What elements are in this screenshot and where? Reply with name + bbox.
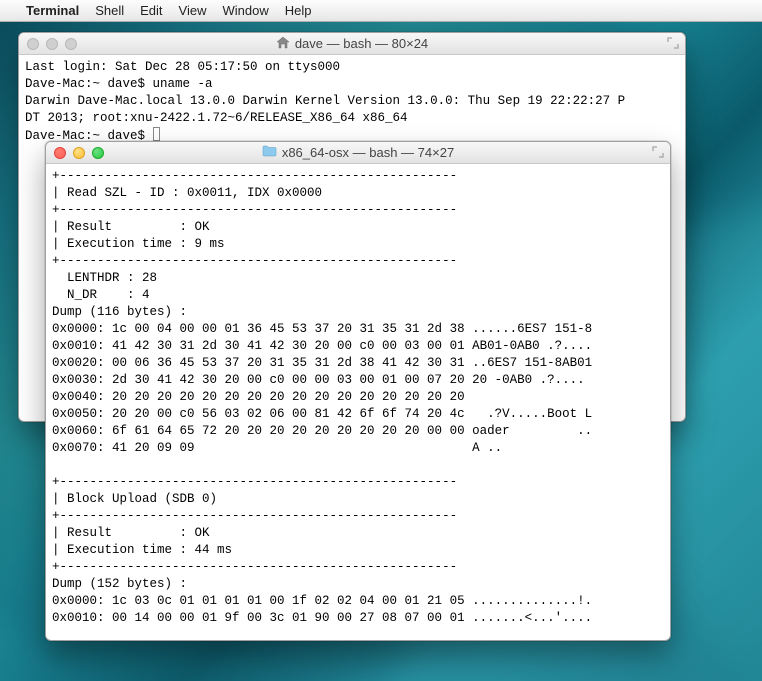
menu-view[interactable]: View — [179, 3, 207, 18]
close-button[interactable] — [27, 38, 39, 50]
zoom-button[interactable] — [92, 147, 104, 159]
menu-edit[interactable]: Edit — [140, 3, 162, 18]
close-button[interactable] — [54, 147, 66, 159]
menu-help[interactable]: Help — [285, 3, 312, 18]
minimize-button[interactable] — [73, 147, 85, 159]
fullscreen-icon[interactable] — [652, 146, 664, 158]
folder-icon — [262, 145, 277, 160]
menu-shell[interactable]: Shell — [95, 3, 124, 18]
titlebar-back[interactable]: dave — bash — 80×24 — [19, 33, 685, 55]
terminal-window-front[interactable]: x86_64-osx — bash — 74×27 +-------------… — [45, 141, 671, 641]
fullscreen-icon[interactable] — [667, 37, 679, 49]
terminal-output-back[interactable]: Last login: Sat Dec 28 05:17:50 on ttys0… — [19, 55, 685, 149]
menu-window[interactable]: Window — [223, 3, 269, 18]
app-name[interactable]: Terminal — [26, 3, 79, 18]
window-title: x86_64-osx — bash — 74×27 — [282, 145, 454, 160]
home-icon — [276, 36, 290, 52]
minimize-button[interactable] — [46, 38, 58, 50]
window-title: dave — bash — 80×24 — [295, 36, 428, 51]
titlebar-front[interactable]: x86_64-osx — bash — 74×27 — [46, 142, 670, 164]
terminal-output-front[interactable]: +---------------------------------------… — [46, 164, 670, 631]
macos-menubar: Terminal Shell Edit View Window Help — [0, 0, 762, 22]
cursor — [153, 127, 160, 141]
zoom-button[interactable] — [65, 38, 77, 50]
